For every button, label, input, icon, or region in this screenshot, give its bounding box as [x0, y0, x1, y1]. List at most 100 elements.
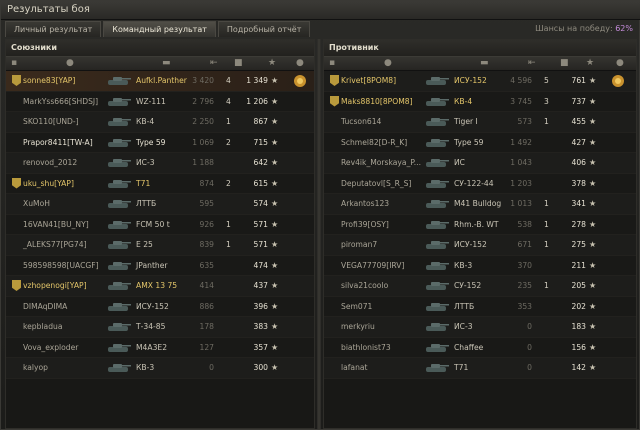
- table-row[interactable]: Deputatovl[S_R_S] СУ-122-44 1 203 378 ★: [324, 173, 636, 194]
- vehicle-name: JPanther: [136, 260, 168, 270]
- table-row[interactable]: Tucson614 Tiger I 573 1 455 ★: [324, 112, 636, 133]
- table-row[interactable]: Maks8810[8POM8] КВ-4 3 745 3 737 ★: [324, 91, 636, 112]
- player-name[interactable]: MarkYss666[SHDSJ]: [23, 92, 98, 112]
- medal-icon[interactable]: ●: [296, 58, 304, 68]
- table-row[interactable]: Arkantos123 M41 Bulldog 1 013 1 341 ★: [324, 194, 636, 215]
- allies-title: Союзники: [6, 40, 314, 56]
- xp-value: 427: [571, 137, 587, 147]
- xp-star-icon[interactable]: ★: [268, 58, 276, 68]
- kills-icon[interactable]: ■: [560, 58, 569, 68]
- vehicle-name: FCM 50 t: [136, 219, 170, 229]
- player-name[interactable]: merkyriu: [341, 317, 375, 337]
- vehicle-name: T71: [136, 178, 151, 188]
- player-name[interactable]: renovod_2012: [23, 153, 77, 173]
- player-name[interactable]: uku_shu[YAP]: [23, 174, 74, 194]
- table-row[interactable]: Sem071 ЛТТБ 353 202 ★: [324, 296, 636, 317]
- player-name[interactable]: Profi39[OSY]: [341, 215, 389, 235]
- table-row[interactable]: _ALEKS77[PG74] E 25 839 1 571 ★: [6, 235, 314, 256]
- vehicle-icon[interactable]: ▬: [162, 58, 171, 68]
- table-row[interactable]: silva21coolo СУ-152 235 1 205 ★: [324, 276, 636, 297]
- platoon-icon: [330, 95, 339, 107]
- table-row[interactable]: Krivet[8POM8] ИСУ-152 4 596 5 761 ★: [324, 71, 636, 92]
- damage-value: 0: [527, 342, 532, 352]
- player-name[interactable]: Krivet[8POM8]: [341, 71, 396, 91]
- table-row[interactable]: VEGA77709[IRV] КВ-3 370 211 ★: [324, 255, 636, 276]
- kills-value: 2: [226, 137, 231, 147]
- platoon-icon[interactable]: ▪: [329, 58, 335, 68]
- player-name[interactable]: sonne83[YAP]: [23, 71, 75, 91]
- player-name[interactable]: Deputatovl[S_R_S]: [341, 174, 411, 194]
- kills-value: 4: [226, 96, 231, 106]
- table-row[interactable]: Schmel82[D-R_K] Type 59 1 492 427 ★: [324, 132, 636, 153]
- star-icon: ★: [589, 342, 597, 352]
- player-name[interactable]: Maks8810[8POM8]: [341, 92, 413, 112]
- table-row[interactable]: Prapor8411[TW-A] Type 59 1 069 2 715 ★: [6, 132, 314, 153]
- damage-icon[interactable]: ⇤: [528, 58, 536, 68]
- player-name[interactable]: lafanat: [341, 358, 368, 378]
- tab-detailed[interactable]: Подробный отчёт: [217, 21, 311, 37]
- table-row[interactable]: biathlonist73 Chaffee 0 156 ★: [324, 337, 636, 358]
- player-name[interactable]: piroman7: [341, 235, 377, 255]
- player-name[interactable]: Rev4ik_Morskaya_P...: [341, 153, 421, 173]
- player-name[interactable]: VEGA77709[IRV]: [341, 256, 404, 276]
- table-row[interactable]: Vova_exploder M4A3E2 127 357 ★: [6, 337, 314, 358]
- vehicle-name: Chaffee: [454, 342, 484, 352]
- player-name[interactable]: Vova_exploder: [23, 338, 78, 358]
- player-name[interactable]: silva21coolo: [341, 276, 388, 296]
- vehicle-icon[interactable]: ▬: [480, 58, 489, 68]
- player-name[interactable]: vzhopenogi[YAP]: [23, 276, 87, 296]
- table-row[interactable]: kalyop КВ-3 0 300 ★: [6, 358, 314, 379]
- vehicle-name: КВ-3: [454, 260, 473, 270]
- table-row[interactable]: piroman7 ИСУ-152 671 1 275 ★: [324, 235, 636, 256]
- player-name[interactable]: biathlonist73: [341, 338, 391, 358]
- medal-icon[interactable]: [610, 73, 626, 89]
- table-row[interactable]: uku_shu[YAP] T71 874 2 615 ★: [6, 173, 314, 194]
- player-icon[interactable]: ●: [384, 58, 392, 68]
- tab-personal[interactable]: Личный результат: [5, 21, 102, 37]
- player-name[interactable]: SKO110[UND-]: [23, 112, 79, 132]
- vehicle-name: ИС: [454, 158, 465, 167]
- tab-team[interactable]: Командный результат: [103, 21, 216, 37]
- table-row[interactable]: sonne83[YAP] Aufkl.Panther 3 420 4 1 349 ★: [6, 71, 314, 92]
- player-name[interactable]: Prapor8411[TW-A]: [23, 133, 93, 153]
- medal-icon[interactable]: ●: [616, 58, 624, 68]
- table-row[interactable]: lafanat T71 0 142 ★: [324, 358, 636, 379]
- table-row[interactable]: 16VAN41[BU_NY] FCM 50 t 926 1 571 ★: [6, 214, 314, 235]
- player-icon[interactable]: ●: [66, 58, 74, 68]
- player-name[interactable]: Tucson614: [341, 112, 381, 132]
- player-name[interactable]: 598598598[UACGF]: [23, 256, 99, 276]
- player-name[interactable]: kepbladua: [23, 317, 63, 337]
- table-row[interactable]: merkyriu ИС-3 0 183 ★: [324, 317, 636, 338]
- star-icon: ★: [589, 137, 597, 147]
- panel-divider[interactable]: [317, 39, 321, 429]
- table-row[interactable]: XuMoH ЛТТБ 595 574 ★: [6, 194, 314, 215]
- damage-value: 573: [517, 117, 533, 126]
- table-row[interactable]: Profi39[OSY] Rhm.-B. WT 538 1 278 ★: [324, 214, 636, 235]
- vehicle-name: ИС-3: [136, 158, 155, 167]
- player-name[interactable]: Schmel82[D-R_K]: [341, 133, 407, 153]
- table-row[interactable]: 598598598[UACGF] JPanther 635 474 ★: [6, 255, 314, 276]
- player-name[interactable]: Sem071: [341, 297, 372, 317]
- medal-icon[interactable]: [292, 73, 308, 89]
- star-icon: ★: [589, 301, 597, 311]
- xp-star-icon[interactable]: ★: [586, 58, 594, 68]
- table-row[interactable]: MarkYss666[SHDSJ] WZ-111 2 796 4 1 206 ★: [6, 91, 314, 112]
- table-row[interactable]: renovod_2012 ИС-3 1 188 642 ★: [6, 153, 314, 174]
- table-row[interactable]: Rev4ik_Morskaya_P... ИС 1 043 406 ★: [324, 153, 636, 174]
- player-name[interactable]: XuMoH: [23, 194, 50, 214]
- table-row[interactable]: kepbladua Т-34-85 178 383 ★: [6, 317, 314, 338]
- table-row[interactable]: SKO110[UND-] КВ-4 2 250 1 867 ★: [6, 112, 314, 133]
- platoon-icon[interactable]: ▪: [11, 58, 17, 68]
- player-name[interactable]: 16VAN41[BU_NY]: [23, 215, 89, 235]
- table-row[interactable]: DIMAqDIMA ИСУ-152 886 396 ★: [6, 296, 314, 317]
- kills-icon[interactable]: ■: [234, 58, 243, 68]
- player-name[interactable]: DIMAqDIMA: [23, 297, 67, 317]
- star-icon: ★: [589, 178, 597, 188]
- damage-icon[interactable]: ⇤: [210, 58, 218, 68]
- player-name[interactable]: Arkantos123: [341, 194, 389, 214]
- table-row[interactable]: vzhopenogi[YAP] AMX 13 75 414 437 ★: [6, 276, 314, 297]
- player-name[interactable]: kalyop: [23, 358, 48, 378]
- xp-value: 357: [253, 342, 269, 352]
- win-chance-value: 62%: [615, 24, 633, 33]
- player-name[interactable]: _ALEKS77[PG74]: [23, 235, 87, 255]
